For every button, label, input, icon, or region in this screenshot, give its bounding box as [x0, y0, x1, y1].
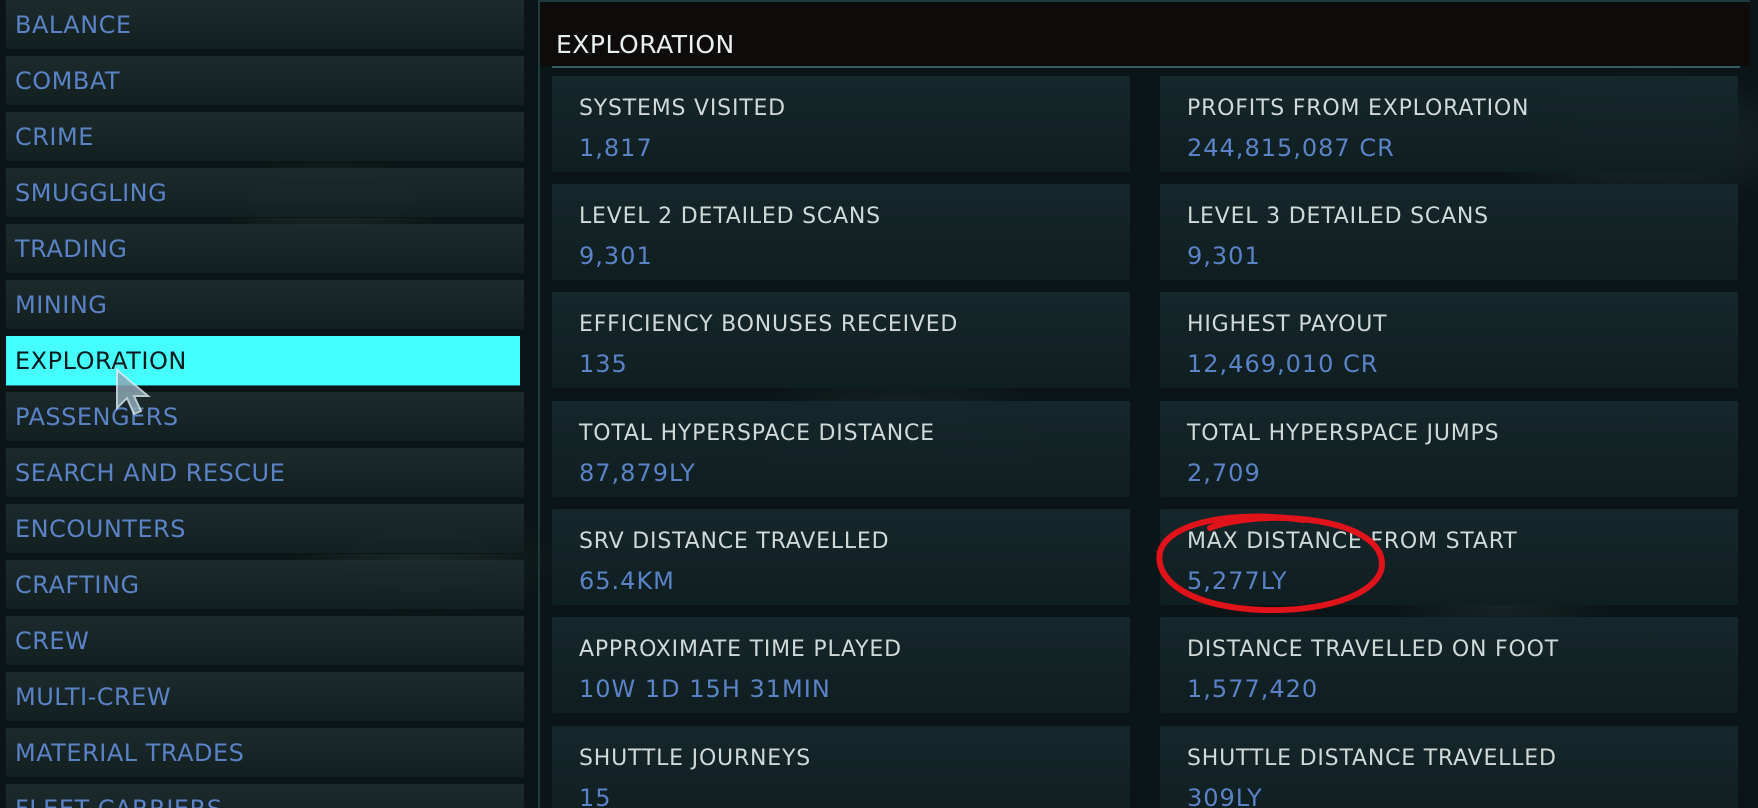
stat-label: DISTANCE TRAVELLED ON FOOT: [1187, 637, 1559, 662]
sidebar-item-exploration[interactable]: EXPLORATION: [6, 336, 520, 386]
stat-card-profits-from-exploration: PROFITS FROM EXPLORATION 244,815,087 CR: [1160, 76, 1738, 172]
stat-value: 5,277LY: [1187, 567, 1288, 595]
stat-label: SRV DISTANCE TRAVELLED: [579, 529, 890, 554]
stat-card-level-3-scans: LEVEL 3 DETAILED SCANS 9,301: [1160, 184, 1738, 280]
stat-card-level-2-scans: LEVEL 2 DETAILED SCANS 9,301: [552, 184, 1130, 280]
stat-value: 1,577,420: [1187, 675, 1319, 703]
stat-value: 65.4KM: [579, 567, 675, 595]
stat-value: 244,815,087 CR: [1187, 134, 1395, 162]
stat-card-distance-on-foot: DISTANCE TRAVELLED ON FOOT 1,577,420: [1160, 617, 1738, 713]
title-divider: [552, 66, 1740, 68]
stat-value: 15: [579, 784, 612, 808]
stat-value: 10W 1D 15H 31MIN: [579, 675, 831, 703]
sidebar-item-encounters[interactable]: ENCOUNTERS: [6, 504, 524, 554]
stat-label: LEVEL 2 DETAILED SCANS: [579, 204, 881, 229]
sidebar-item-trading[interactable]: TRADING: [6, 224, 524, 274]
stat-value: 2,709: [1187, 459, 1261, 487]
sidebar-item-material-trades[interactable]: MATERIAL TRADES: [6, 728, 524, 778]
stat-card-time-played: APPROXIMATE TIME PLAYED 10W 1D 15H 31MIN: [552, 617, 1130, 713]
panel-title: EXPLORATION: [556, 30, 735, 59]
sidebar-item-balance[interactable]: BALANCE: [6, 0, 524, 50]
sidebar-item-crew[interactable]: CREW: [6, 616, 524, 666]
stat-card-max-distance-from-start: MAX DISTANCE FROM START 5,277LY: [1160, 509, 1738, 605]
stat-label: SHUTTLE JOURNEYS: [579, 746, 812, 771]
sidebar-item-fleet-carriers[interactable]: FLEET CARRIERS: [6, 784, 524, 808]
stat-value: 1,817: [579, 134, 653, 162]
stat-label: HIGHEST PAYOUT: [1187, 312, 1388, 337]
sidebar-item-crafting[interactable]: CRAFTING: [6, 560, 524, 610]
category-sidebar: BALANCE COMBAT CRIME SMUGGLING TRADING M…: [6, 0, 524, 808]
stat-value: 87,879LY: [579, 459, 696, 487]
stat-label: MAX DISTANCE FROM START: [1187, 529, 1518, 554]
stat-label: SYSTEMS VISITED: [579, 96, 786, 121]
stat-card-shuttle-journeys: SHUTTLE JOURNEYS 15: [552, 726, 1130, 808]
stat-card-efficiency-bonuses: EFFICIENCY BONUSES RECEIVED 135: [552, 292, 1130, 388]
stat-card-hyperspace-distance: TOTAL HYPERSPACE DISTANCE 87,879LY: [552, 401, 1130, 497]
stat-label: APPROXIMATE TIME PLAYED: [579, 637, 902, 662]
sidebar-item-passengers[interactable]: PASSENGERS: [6, 392, 524, 442]
stat-value: 9,301: [1187, 242, 1261, 270]
stat-card-highest-payout: HIGHEST PAYOUT 12,469,010 CR: [1160, 292, 1738, 388]
stat-label: EFFICIENCY BONUSES RECEIVED: [579, 312, 959, 337]
mouse-pointer-icon: [116, 368, 151, 416]
sidebar-item-mining[interactable]: MINING: [6, 280, 524, 330]
sidebar-item-combat[interactable]: COMBAT: [6, 56, 524, 106]
stat-value: 309LY: [1187, 784, 1263, 808]
stat-card-systems-visited: SYSTEMS VISITED 1,817: [552, 76, 1130, 172]
stat-label: LEVEL 3 DETAILED SCANS: [1187, 204, 1489, 229]
stat-card-srv-distance: SRV DISTANCE TRAVELLED 65.4KM: [552, 509, 1130, 605]
exploration-stats-panel: EXPLORATION SYSTEMS VISITED 1,817 PROFIT…: [538, 0, 1750, 808]
stat-card-shuttle-distance: SHUTTLE DISTANCE TRAVELLED 309LY: [1160, 726, 1738, 808]
stat-value: 135: [579, 350, 628, 378]
stat-label: TOTAL HYPERSPACE JUMPS: [1187, 421, 1500, 446]
stat-label: SHUTTLE DISTANCE TRAVELLED: [1187, 746, 1557, 771]
stat-value: 9,301: [579, 242, 653, 270]
sidebar-item-crime[interactable]: CRIME: [6, 112, 524, 162]
sidebar-item-search-and-rescue[interactable]: SEARCH AND RESCUE: [6, 448, 524, 498]
stat-value: 12,469,010 CR: [1187, 350, 1379, 378]
sidebar-item-multi-crew[interactable]: MULTI-CREW: [6, 672, 524, 722]
stat-label: TOTAL HYPERSPACE DISTANCE: [579, 421, 935, 446]
stat-card-hyperspace-jumps: TOTAL HYPERSPACE JUMPS 2,709: [1160, 401, 1738, 497]
stat-label: PROFITS FROM EXPLORATION: [1187, 96, 1530, 121]
sidebar-item-smuggling[interactable]: SMUGGLING: [6, 168, 524, 218]
